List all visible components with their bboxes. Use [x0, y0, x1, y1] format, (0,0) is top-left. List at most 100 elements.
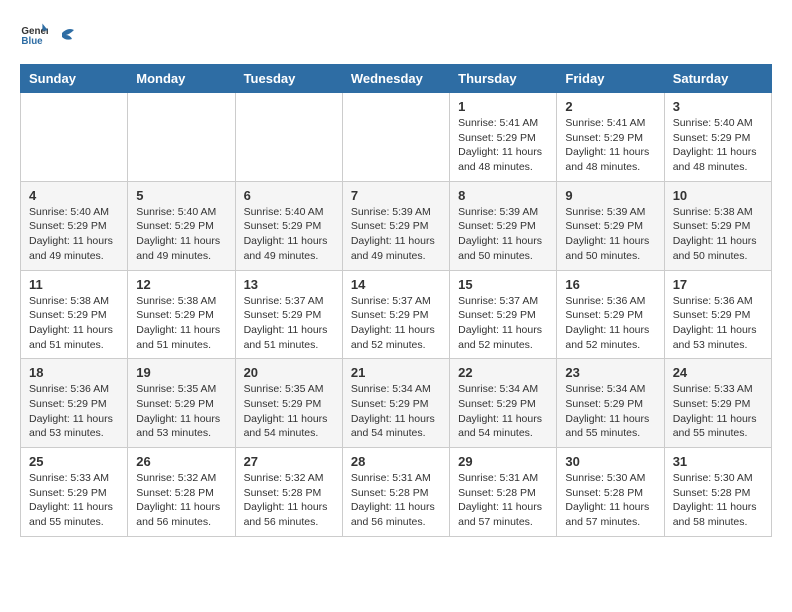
calendar-cell: 7Sunrise: 5:39 AMSunset: 5:29 PMDaylight…: [342, 181, 449, 270]
day-number: 5: [136, 188, 226, 203]
day-info: Sunrise: 5:41 AMSunset: 5:29 PMDaylight:…: [565, 116, 655, 175]
day-info: Sunrise: 5:39 AMSunset: 5:29 PMDaylight:…: [565, 205, 655, 264]
day-number: 14: [351, 277, 441, 292]
calendar-cell: 13Sunrise: 5:37 AMSunset: 5:29 PMDayligh…: [235, 270, 342, 359]
day-info: Sunrise: 5:36 AMSunset: 5:29 PMDaylight:…: [29, 382, 119, 441]
day-info: Sunrise: 5:36 AMSunset: 5:29 PMDaylight:…: [565, 294, 655, 353]
day-number: 20: [244, 365, 334, 380]
calendar-cell: 5 Sunrise: 5:40 AMSunset: 5:29 PMDaylight…: [128, 181, 235, 270]
day-number: 11: [29, 277, 119, 292]
logo-icon: General Blue: [20, 20, 48, 48]
day-number: 22: [458, 365, 548, 380]
day-info: Sunrise: 5:40 AMSunset: 5:29 PMDaylight:…: [136, 205, 226, 264]
calendar-week-row: 11 Sunrise: 5:38 AMSunset: 5:29 PMDayligh…: [21, 270, 772, 359]
day-number: 30: [565, 454, 655, 469]
day-info: Sunrise: 5:40 AMSunset: 5:29 PMDaylight:…: [29, 205, 119, 264]
calendar-week-row: 18 Sunrise: 5:36 AMSunset: 5:29 PMDayligh…: [21, 359, 772, 448]
day-info: Sunrise: 5:33 AMSunset: 5:29 PMDaylight:…: [29, 471, 119, 530]
calendar-cell: 18 Sunrise: 5:36 AMSunset: 5:29 PMDayligh…: [21, 359, 128, 448]
calendar-cell: 14 Sunrise: 5:37 AMSunset: 5:29 PMDayligh…: [342, 270, 449, 359]
calendar-cell: 3 Sunrise: 5:40 AMSunset: 5:29 PMDaylight…: [664, 93, 771, 182]
calendar-cell: 10Sunrise: 5:38 AMSunset: 5:29 PMDayligh…: [664, 181, 771, 270]
svg-text:Blue: Blue: [21, 36, 43, 47]
calendar-cell: 24 Sunrise: 5:33 AMSunset: 5:29 PMDayligh…: [664, 359, 771, 448]
day-info: Sunrise: 5:31 AMSunset: 5:28 PMDaylight:…: [458, 471, 548, 530]
col-header-friday: Friday: [557, 65, 664, 93]
calendar-cell: 12 Sunrise: 5:38 AMSunset: 5:29 PMDayligh…: [128, 270, 235, 359]
calendar-cell: 15 Sunrise: 5:37 AMSunset: 5:29 PMDayligh…: [450, 270, 557, 359]
day-info: Sunrise: 5:39 AMSunset: 5:29 PMDaylight:…: [458, 205, 548, 264]
calendar-header-row: SundayMondayTuesdayWednesdayThursdayFrid…: [21, 65, 772, 93]
day-number: 2: [565, 99, 655, 114]
day-number: 24: [673, 365, 763, 380]
day-info: Sunrise: 5:35 AMSunset: 5:29 PMDaylight:…: [244, 382, 334, 441]
calendar-cell: 30 Sunrise: 5:30 AMSunset: 5:28 PMDayligh…: [557, 448, 664, 537]
day-number: 31: [673, 454, 763, 469]
calendar-cell: 27Sunrise: 5:32 AMSunset: 5:28 PMDayligh…: [235, 448, 342, 537]
day-number: 25: [29, 454, 119, 469]
col-header-saturday: Saturday: [664, 65, 771, 93]
day-number: 28: [351, 454, 441, 469]
day-info: Sunrise: 5:40 AMSunset: 5:29 PMDaylight:…: [673, 116, 763, 175]
calendar-cell: 19Sunrise: 5:35 AMSunset: 5:29 PMDayligh…: [128, 359, 235, 448]
day-info: Sunrise: 5:31 AMSunset: 5:28 PMDaylight:…: [351, 471, 441, 530]
calendar-cell: [128, 93, 235, 182]
day-number: 18: [29, 365, 119, 380]
calendar-cell: 8Sunrise: 5:39 AMSunset: 5:29 PMDaylight…: [450, 181, 557, 270]
calendar-week-row: 4 Sunrise: 5:40 AMSunset: 5:29 PMDaylight…: [21, 181, 772, 270]
day-info: Sunrise: 5:34 AMSunset: 5:29 PMDaylight:…: [458, 382, 548, 441]
page-header: General Blue: [20, 20, 772, 48]
calendar-cell: 1 Sunrise: 5:41 AMSunset: 5:29 PMDaylight…: [450, 93, 557, 182]
day-number: 15: [458, 277, 548, 292]
calendar-cell: 22 Sunrise: 5:34 AMSunset: 5:29 PMDayligh…: [450, 359, 557, 448]
calendar-cell: 20 Sunrise: 5:35 AMSunset: 5:29 PMDayligh…: [235, 359, 342, 448]
calendar-week-row: 25 Sunrise: 5:33 AMSunset: 5:29 PMDayligh…: [21, 448, 772, 537]
calendar-cell: 25 Sunrise: 5:33 AMSunset: 5:29 PMDayligh…: [21, 448, 128, 537]
day-number: 26: [136, 454, 226, 469]
day-info: Sunrise: 5:37 AMSunset: 5:29 PMDaylight:…: [244, 294, 334, 353]
calendar-cell: 26Sunrise: 5:32 AMSunset: 5:28 PMDayligh…: [128, 448, 235, 537]
calendar-cell: 9 Sunrise: 5:39 AMSunset: 5:29 PMDaylight…: [557, 181, 664, 270]
day-info: Sunrise: 5:38 AMSunset: 5:29 PMDaylight:…: [136, 294, 226, 353]
day-info: Sunrise: 5:37 AMSunset: 5:29 PMDaylight:…: [458, 294, 548, 353]
day-number: 29: [458, 454, 548, 469]
calendar-cell: 16 Sunrise: 5:36 AMSunset: 5:29 PMDayligh…: [557, 270, 664, 359]
calendar-table: SundayMondayTuesdayWednesdayThursdayFrid…: [20, 64, 772, 537]
col-header-monday: Monday: [128, 65, 235, 93]
day-number: 6: [244, 188, 334, 203]
logo: General Blue: [20, 20, 76, 48]
calendar-cell: [235, 93, 342, 182]
calendar-cell: 6 Sunrise: 5:40 AMSunset: 5:29 PMDaylight…: [235, 181, 342, 270]
day-info: Sunrise: 5:33 AMSunset: 5:29 PMDaylight:…: [673, 382, 763, 441]
day-info: Sunrise: 5:36 AMSunset: 5:29 PMDaylight:…: [673, 294, 763, 353]
calendar-cell: 21 Sunrise: 5:34 AMSunset: 5:29 PMDayligh…: [342, 359, 449, 448]
day-number: 16: [565, 277, 655, 292]
day-number: 19: [136, 365, 226, 380]
day-info: Sunrise: 5:40 AMSunset: 5:29 PMDaylight:…: [244, 205, 334, 264]
calendar-cell: 31 Sunrise: 5:30 AMSunset: 5:28 PMDayligh…: [664, 448, 771, 537]
col-header-sunday: Sunday: [21, 65, 128, 93]
col-header-wednesday: Wednesday: [342, 65, 449, 93]
day-info: Sunrise: 5:30 AMSunset: 5:28 PMDaylight:…: [673, 471, 763, 530]
day-info: Sunrise: 5:41 AMSunset: 5:29 PMDaylight:…: [458, 116, 548, 175]
day-number: 27: [244, 454, 334, 469]
day-number: 1: [458, 99, 548, 114]
col-header-thursday: Thursday: [450, 65, 557, 93]
calendar-cell: [21, 93, 128, 182]
day-number: 9: [565, 188, 655, 203]
day-number: 21: [351, 365, 441, 380]
calendar-cell: 29 Sunrise: 5:31 AMSunset: 5:28 PMDayligh…: [450, 448, 557, 537]
day-number: 3: [673, 99, 763, 114]
day-info: Sunrise: 5:38 AMSunset: 5:29 PMDaylight:…: [29, 294, 119, 353]
day-number: 17: [673, 277, 763, 292]
day-info: Sunrise: 5:34 AMSunset: 5:29 PMDaylight:…: [351, 382, 441, 441]
day-info: Sunrise: 5:30 AMSunset: 5:28 PMDaylight:…: [565, 471, 655, 530]
day-info: Sunrise: 5:37 AMSunset: 5:29 PMDaylight:…: [351, 294, 441, 353]
day-number: 4: [29, 188, 119, 203]
calendar-week-row: 1 Sunrise: 5:41 AMSunset: 5:29 PMDaylight…: [21, 93, 772, 182]
calendar-cell: 4 Sunrise: 5:40 AMSunset: 5:29 PMDaylight…: [21, 181, 128, 270]
col-header-tuesday: Tuesday: [235, 65, 342, 93]
day-number: 12: [136, 277, 226, 292]
logo-bird-icon: [54, 25, 76, 47]
calendar-cell: 23Sunrise: 5:34 AMSunset: 5:29 PMDayligh…: [557, 359, 664, 448]
